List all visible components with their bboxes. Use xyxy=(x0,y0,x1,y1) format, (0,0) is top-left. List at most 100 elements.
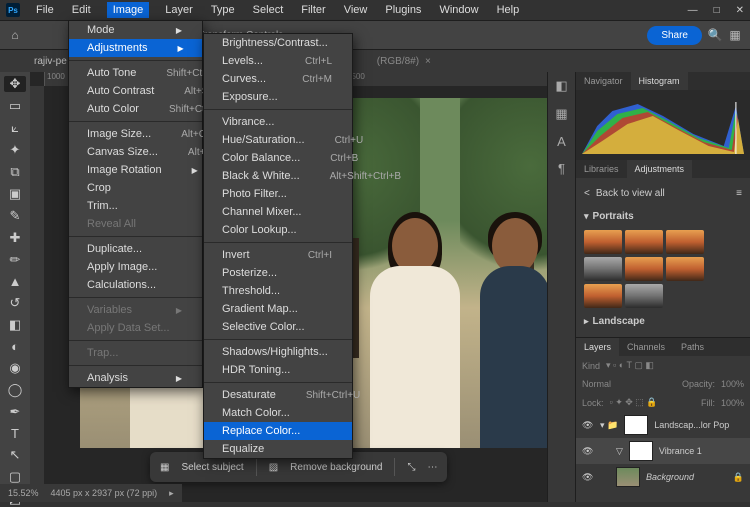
menu-item[interactable]: Curves...Ctrl+M xyxy=(204,70,352,88)
maximize-icon[interactable]: □ xyxy=(714,5,720,16)
select-subject-button[interactable]: Select subject xyxy=(181,462,243,473)
preset-thumb[interactable] xyxy=(584,257,622,281)
color-panel-icon[interactable]: ◧ xyxy=(555,78,567,94)
menu-item[interactable]: Exposure... xyxy=(204,88,352,106)
tab-close-icon[interactable]: × xyxy=(425,56,431,67)
menu-item[interactable]: Channel Mixer... xyxy=(204,203,352,221)
menu-item[interactable]: Color Lookup... xyxy=(204,221,352,239)
layer-name[interactable]: Vibrance 1 xyxy=(659,446,702,456)
menu-item[interactable]: Mode▶ xyxy=(69,21,202,39)
preset-thumb[interactable] xyxy=(625,230,663,254)
pen-tool[interactable]: ✒ xyxy=(4,404,26,420)
filter-kind-dropdown[interactable]: ▾ ▫ ◐ T ▢ ◧ xyxy=(606,360,654,371)
panel-menu-icon[interactable]: ≡ xyxy=(736,188,742,199)
layer-row[interactable]: 👁 Background 🔒 xyxy=(576,464,750,490)
menu-item[interactable]: Crop xyxy=(69,179,202,197)
back-to-view-all[interactable]: Back to view all xyxy=(596,188,665,199)
visibility-icon[interactable]: 👁 xyxy=(582,472,594,483)
dodge-tool[interactable]: ◯ xyxy=(4,382,26,398)
menu-item[interactable]: DesaturateShift+Ctrl+U xyxy=(204,386,352,404)
menu-item[interactable]: Photo Filter... xyxy=(204,185,352,203)
preset-thumb[interactable] xyxy=(625,257,663,281)
menu-type[interactable]: Type xyxy=(209,2,237,18)
layer-name[interactable]: Landscap...lor Pop xyxy=(654,420,729,430)
more-icon[interactable]: ⋯ xyxy=(427,462,437,473)
layers-tab[interactable]: Layers xyxy=(576,338,619,356)
menu-item[interactable]: Color Balance...Ctrl+B xyxy=(204,149,352,167)
histogram-tab[interactable]: Histogram xyxy=(631,72,688,90)
blend-mode-dropdown[interactable]: Normal xyxy=(582,379,611,389)
menu-item[interactable]: Gradient Map... xyxy=(204,300,352,318)
eyedropper-tool[interactable]: ✎ xyxy=(4,208,26,224)
menu-item[interactable]: InvertCtrl+I xyxy=(204,246,352,264)
menu-item[interactable]: Selective Color... xyxy=(204,318,352,336)
home-icon[interactable]: ⌂ xyxy=(8,28,22,42)
visibility-icon[interactable]: 👁 xyxy=(582,446,594,457)
layer-row[interactable]: 👁 ▽ Vibrance 1 xyxy=(576,438,750,464)
layer-row[interactable]: 👁 ▾ 📁 Landscap...lor Pop xyxy=(576,412,750,438)
menu-item[interactable]: Duplicate... xyxy=(69,240,202,258)
portraits-section[interactable]: ▾ Portraits xyxy=(584,207,742,226)
blur-tool[interactable]: ◉ xyxy=(4,360,26,376)
zoom-level[interactable]: 15.52% xyxy=(8,488,39,498)
fill-value[interactable]: 100% xyxy=(721,398,744,408)
menu-item[interactable]: Canvas Size...Alt+Ctrl+C xyxy=(69,143,202,161)
paths-tab[interactable]: Paths xyxy=(673,338,712,356)
menu-select[interactable]: Select xyxy=(251,2,286,18)
paragraph-panel-icon[interactable]: ¶ xyxy=(558,161,565,176)
menu-item[interactable]: Posterize... xyxy=(204,264,352,282)
menu-item[interactable]: Adjustments▶ xyxy=(69,39,202,57)
minimize-icon[interactable]: — xyxy=(688,5,698,16)
stamp-tool[interactable]: ▲ xyxy=(4,274,26,289)
type-tool[interactable]: T xyxy=(4,426,26,441)
layer-mask-thumb[interactable] xyxy=(624,415,648,435)
type-panel-icon[interactable]: A xyxy=(557,134,566,149)
path-tool[interactable]: ↖ xyxy=(4,447,26,463)
menu-item[interactable]: Apply Image... xyxy=(69,258,202,276)
heal-tool[interactable]: ✚ xyxy=(4,230,26,246)
menu-window[interactable]: Window xyxy=(437,2,480,18)
menu-item[interactable]: Hue/Saturation...Ctrl+U xyxy=(204,131,352,149)
menu-item[interactable]: Match Color... xyxy=(204,404,352,422)
menu-item[interactable]: HDR Toning... xyxy=(204,361,352,379)
shape-tool[interactable]: ▢ xyxy=(4,469,26,485)
channels-tab[interactable]: Channels xyxy=(619,338,673,356)
menu-item[interactable]: Equalize xyxy=(204,440,352,458)
remove-background-button[interactable]: Remove background xyxy=(290,462,382,473)
menu-item[interactable]: Auto ContrastAlt+Shift+Ctrl+L xyxy=(69,82,202,100)
lock-icons[interactable]: ▫ ✦ ✥ ⬚ 🔒 xyxy=(610,397,658,408)
swatches-panel-icon[interactable]: ▦ xyxy=(555,106,567,122)
menu-item[interactable]: Brightness/Contrast... xyxy=(204,34,352,52)
menu-item[interactable]: Image Size...Alt+Ctrl+I xyxy=(69,125,202,143)
move-tool[interactable]: ✥ xyxy=(4,76,26,92)
menu-item[interactable]: Shadows/Highlights... xyxy=(204,343,352,361)
wand-tool[interactable]: ✦ xyxy=(4,142,26,158)
landscape-section[interactable]: ▸ Landscape xyxy=(584,312,742,331)
transform-icon[interactable]: ⤡ xyxy=(407,462,415,473)
menu-item[interactable]: Image Rotation▶ xyxy=(69,161,202,179)
menu-item[interactable]: Levels...Ctrl+L xyxy=(204,52,352,70)
preset-thumb[interactable] xyxy=(625,284,663,308)
visibility-icon[interactable]: 👁 xyxy=(582,420,594,431)
preset-thumb[interactable] xyxy=(666,230,704,254)
preset-thumb[interactable] xyxy=(584,284,622,308)
search-icon[interactable]: 🔍 xyxy=(708,28,722,42)
workspace-icon[interactable]: ▦ xyxy=(728,28,742,42)
menu-image[interactable]: Image xyxy=(107,2,150,18)
opacity-value[interactable]: 100% xyxy=(721,379,744,389)
menu-file[interactable]: File xyxy=(34,2,56,18)
history-brush-tool[interactable]: ↺ xyxy=(4,295,26,311)
lasso-tool[interactable]: ⟀ xyxy=(4,120,26,136)
layer-name[interactable]: Background xyxy=(646,472,694,482)
menu-view[interactable]: View xyxy=(342,2,370,18)
eraser-tool[interactable]: ◧ xyxy=(4,317,26,333)
menu-help[interactable]: Help xyxy=(495,2,522,18)
share-button[interactable]: Share xyxy=(647,26,702,45)
menu-item[interactable]: Auto ToneShift+Ctrl+L xyxy=(69,64,202,82)
crop-tool[interactable]: ⧉ xyxy=(4,164,26,180)
menu-item[interactable]: Analysis▶ xyxy=(69,369,202,387)
adjustments-tab[interactable]: Adjustments xyxy=(627,160,693,178)
layer-thumb[interactable] xyxy=(616,467,640,487)
frame-tool[interactable]: ▣ xyxy=(4,186,26,202)
libraries-tab[interactable]: Libraries xyxy=(576,160,627,178)
